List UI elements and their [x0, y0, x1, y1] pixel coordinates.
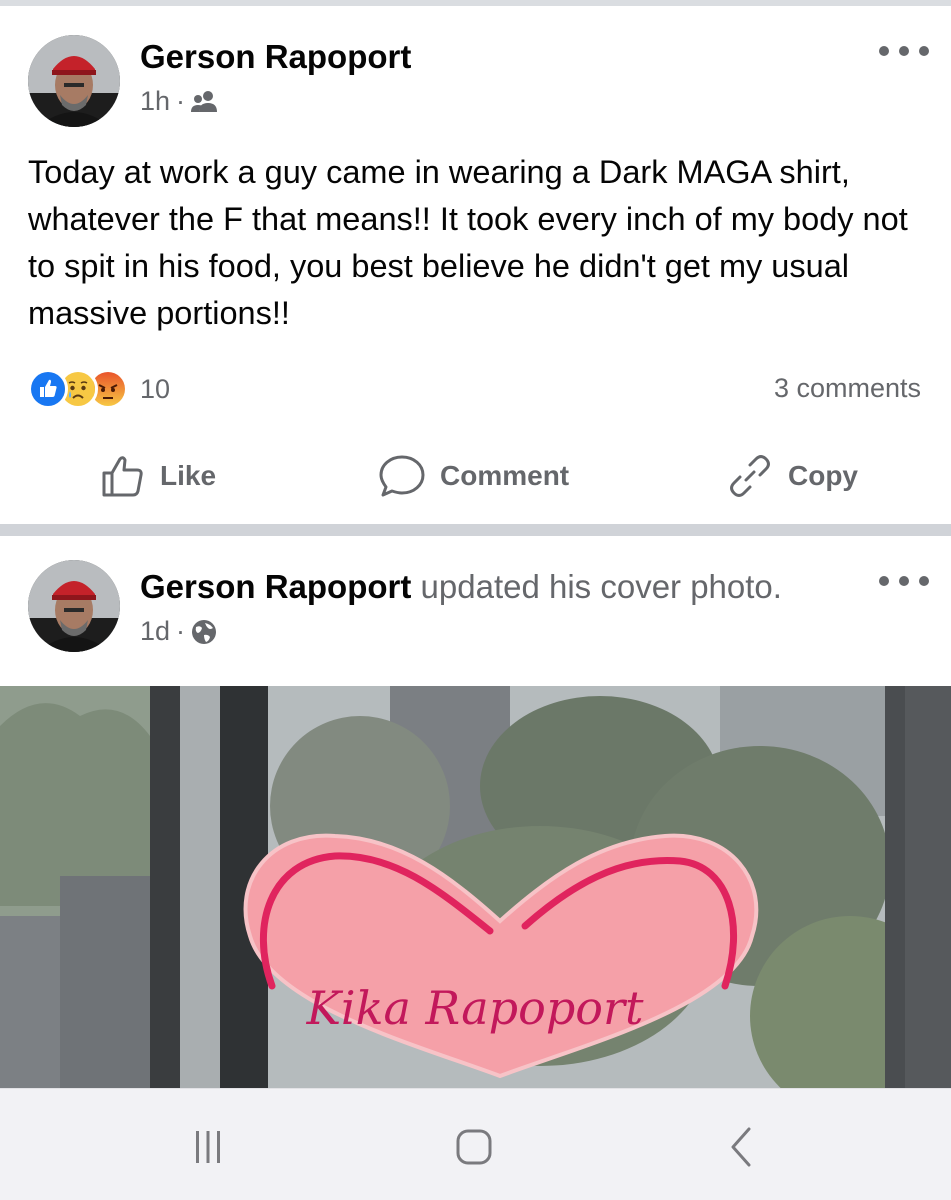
friends-icon: [191, 90, 218, 112]
post-meta: 1d ·: [140, 616, 217, 647]
recent-apps-button[interactable]: [178, 1125, 238, 1169]
globe-icon: [192, 619, 217, 644]
post-card: Gerson Rapoport 1h · Today at work a guy…: [0, 6, 951, 524]
post-meta: 1h ·: [140, 86, 219, 117]
post-actions: Like Comment Copy: [0, 446, 951, 506]
post-author[interactable]: Gerson Rapoport: [140, 38, 411, 76]
copy-button-label: Copy: [788, 460, 858, 491]
photo-caption: Kika Rapoport: [306, 981, 644, 1035]
comments-count[interactable]: 3 comments: [774, 373, 921, 404]
like-button-label: Like: [160, 460, 217, 491]
home-icon: [456, 1129, 492, 1165]
post-author[interactable]: Gerson Rapoport updated his cover photo.: [140, 568, 782, 606]
post-action-text: updated his cover photo.: [420, 568, 782, 605]
thumbs-up-icon: [102, 456, 143, 497]
more-options-button[interactable]: [879, 36, 929, 66]
post-separator: [0, 524, 951, 536]
link-icon: [730, 455, 770, 497]
like-reaction-icon: [28, 369, 68, 409]
system-navigation-bar: [0, 1088, 951, 1200]
author-name[interactable]: Gerson Rapoport: [140, 568, 411, 605]
post-card: Gerson Rapoport updated his cover photo.…: [0, 536, 951, 1088]
copy-button[interactable]: Copy: [726, 446, 858, 506]
avatar[interactable]: [28, 35, 120, 127]
post-time[interactable]: 1d: [140, 616, 170, 647]
back-button[interactable]: [712, 1125, 772, 1169]
comment-icon: [379, 455, 425, 497]
back-chevron-icon: [731, 1127, 751, 1167]
comment-button[interactable]: Comment: [378, 446, 569, 506]
post-time[interactable]: 1h: [140, 86, 170, 117]
post-text: Today at work a guy came in wearing a Da…: [28, 154, 908, 331]
recent-apps-icon: [196, 1131, 220, 1163]
more-options-button[interactable]: [879, 566, 929, 596]
cover-photo[interactable]: Kika Rapoport: [0, 686, 951, 1088]
avatar[interactable]: [28, 560, 120, 652]
like-button[interactable]: Like: [100, 446, 216, 506]
reaction-count: 10: [140, 373, 171, 404]
home-button[interactable]: [444, 1125, 504, 1169]
comment-button-label: Comment: [440, 460, 570, 491]
reactions-summary[interactable]: 10: [28, 367, 170, 411]
